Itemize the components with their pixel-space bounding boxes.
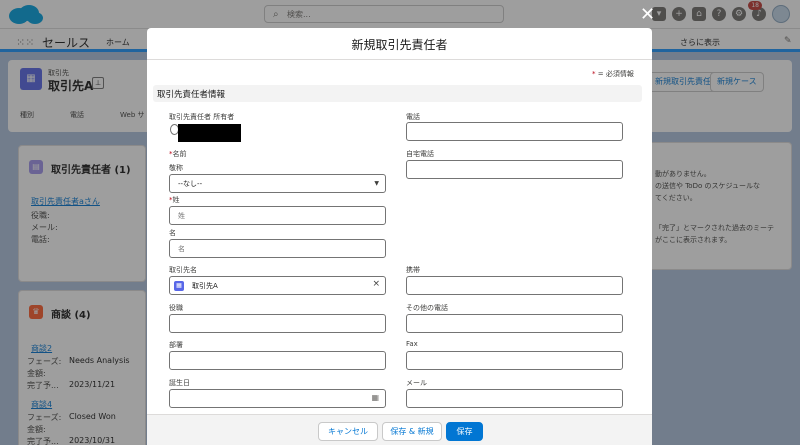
other-phone-input[interactable] xyxy=(406,314,623,333)
first-name-input[interactable]: 名 xyxy=(169,239,386,258)
first-name-placeholder: 名 xyxy=(178,245,185,253)
last-name-label-text: 姓 xyxy=(172,196,180,204)
name-label: *名前 xyxy=(169,149,187,159)
modal-title: 新規取引先責任者 xyxy=(351,38,448,52)
required-legend: * = 必須情報 xyxy=(592,69,634,79)
chevron-down-icon: ▼ xyxy=(374,180,379,187)
owner-name-redacted xyxy=(178,124,241,142)
title-input[interactable] xyxy=(169,314,386,333)
other-phone-label: その他の電話 xyxy=(406,304,448,312)
home-phone-input[interactable] xyxy=(406,160,623,179)
last-name-placeholder: 姓 xyxy=(178,212,185,220)
salutation-select[interactable]: --なし-- ▼ xyxy=(169,174,386,193)
home-phone-label: 自宅電話 xyxy=(406,150,434,158)
required-star-icon: * xyxy=(592,70,596,78)
mobile-input[interactable] xyxy=(406,276,623,295)
birthdate-label: 誕生日 xyxy=(169,379,190,387)
required-legend-text: = 必須情報 xyxy=(597,70,634,78)
account-lookup-value: 取引先A xyxy=(192,282,218,290)
cancel-button[interactable]: キャンセル xyxy=(318,422,378,441)
title-label: 役職 xyxy=(169,304,183,312)
email-label: メール xyxy=(406,379,427,387)
department-input[interactable] xyxy=(169,351,386,370)
salutation-value: --なし-- xyxy=(178,180,203,188)
fax-label: Fax xyxy=(406,340,418,348)
section-header[interactable]: 取引先責任者情報 xyxy=(153,85,642,102)
department-label: 部署 xyxy=(169,341,183,349)
fax-input[interactable] xyxy=(406,351,623,370)
name-label-text: 名前 xyxy=(172,150,187,158)
close-icon[interactable]: ✕ xyxy=(640,4,655,25)
phone-input[interactable] xyxy=(406,122,623,141)
clear-icon[interactable]: × xyxy=(372,279,380,289)
save-button[interactable]: 保存 xyxy=(446,422,483,441)
calendar-icon[interactable]: ▦ xyxy=(371,393,379,402)
new-contact-modal: 新規取引先責任者 * = 必須情報 取引先責任者情報 取引先責任者 所有者 *名… xyxy=(147,28,652,445)
phone-label: 電話 xyxy=(406,113,420,121)
account-name-label: 取引先名 xyxy=(169,266,197,274)
modal-footer: キャンセル 保存 & 新規 保存 xyxy=(147,414,652,445)
owner-label: 取引先責任者 所有者 xyxy=(169,113,235,121)
last-name-label: *姓 xyxy=(169,195,180,205)
email-input[interactable] xyxy=(406,389,623,408)
first-name-label: 名 xyxy=(169,229,176,237)
save-and-new-button[interactable]: 保存 & 新規 xyxy=(382,422,442,441)
salutation-label: 敬称 xyxy=(169,164,183,172)
account-lookup-input[interactable]: ▦ 取引先A × xyxy=(169,276,386,295)
birthdate-input[interactable]: ▦ xyxy=(169,389,386,408)
section-title: 取引先責任者情報 xyxy=(157,90,226,100)
account-icon: ▦ xyxy=(174,281,184,291)
last-name-input[interactable]: 姓 xyxy=(169,206,386,225)
mobile-label: 携帯 xyxy=(406,266,420,274)
modal-header: 新規取引先責任者 xyxy=(147,28,652,60)
